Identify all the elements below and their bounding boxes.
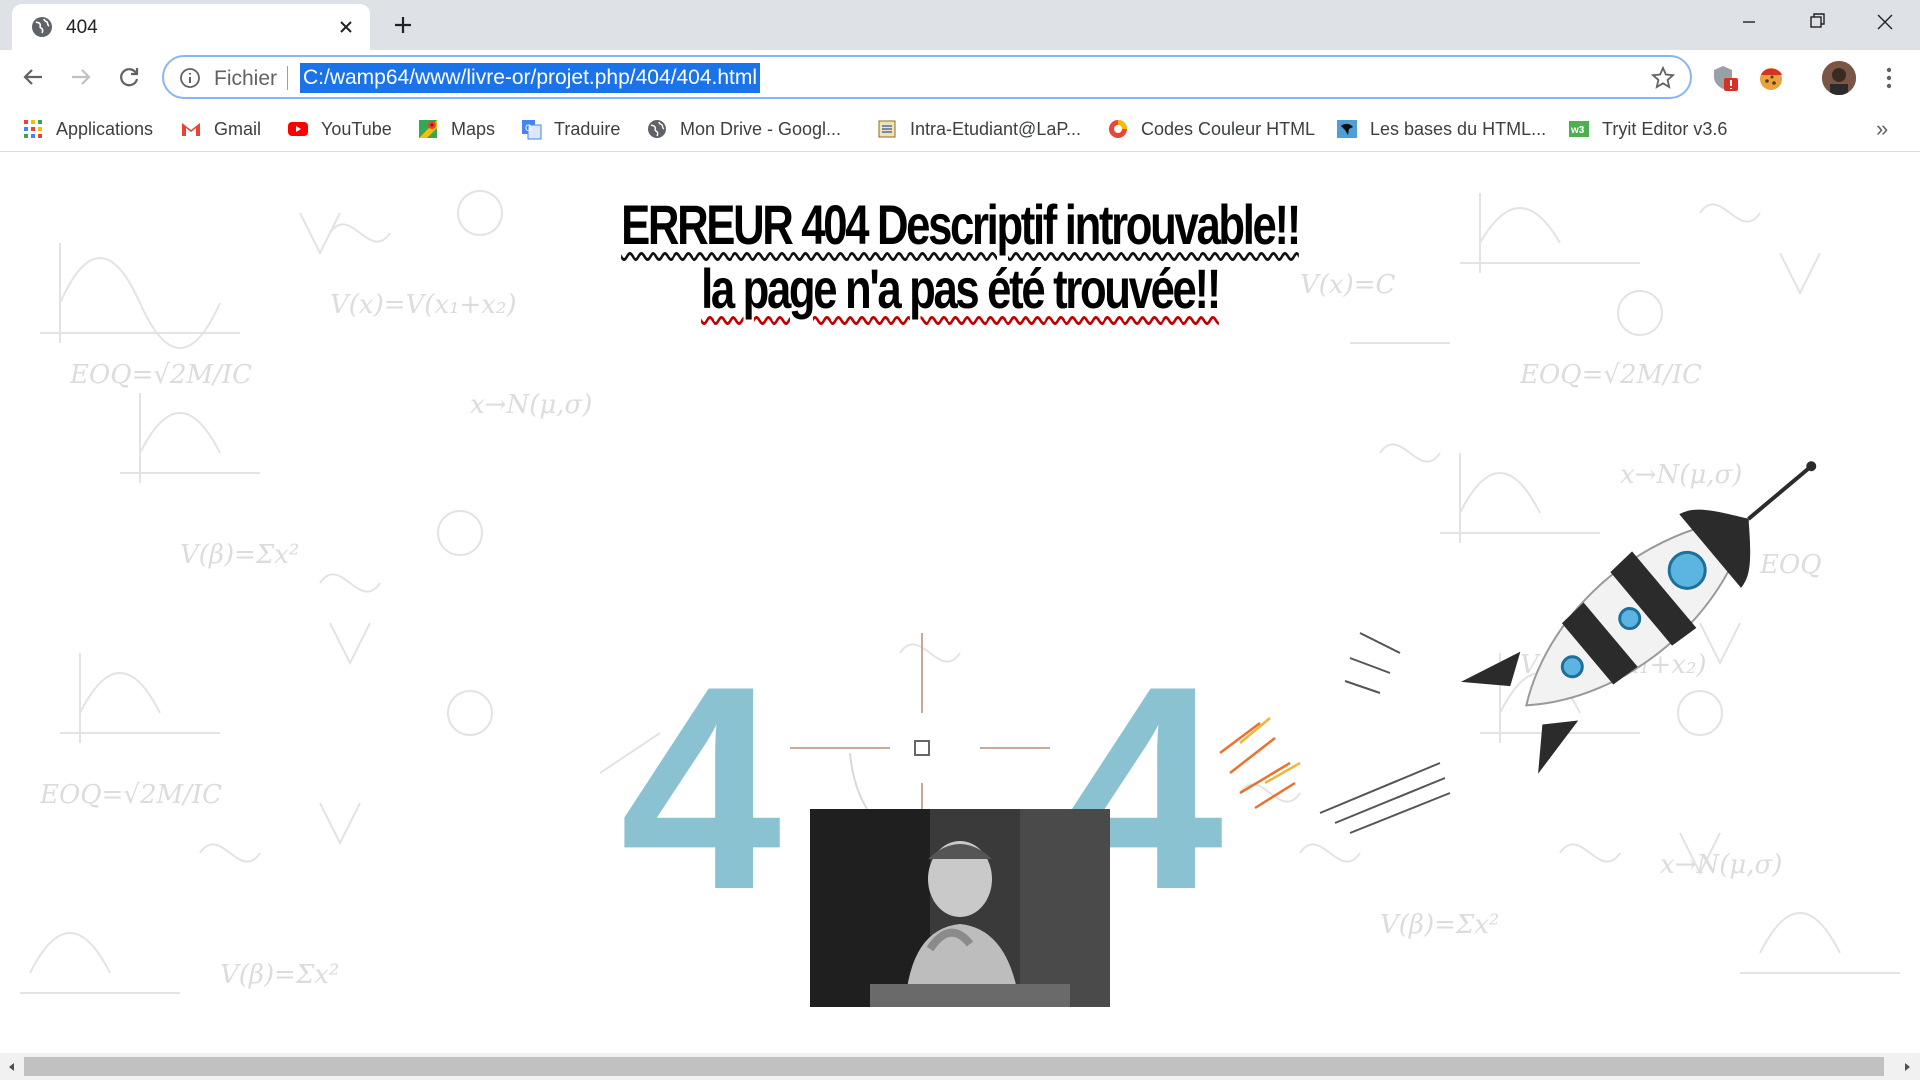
minimize-icon[interactable] bbox=[1716, 0, 1782, 44]
bookmark-traduire[interactable]: G Traduire bbox=[520, 114, 620, 144]
cookie-icon[interactable] bbox=[1756, 63, 1786, 93]
color-wheel-icon bbox=[1109, 120, 1127, 138]
headline-line-1: ERREUR 404 Descriptif introuvable!! bbox=[621, 193, 1301, 256]
svg-text:EOQ=√2M/IC: EOQ=√2M/IC bbox=[39, 780, 222, 810]
404-rocket-illustration: 4 4 bbox=[620, 461, 1817, 893]
avatar[interactable] bbox=[1822, 61, 1856, 95]
plus-icon[interactable] bbox=[388, 10, 418, 40]
child-thinking-image bbox=[810, 809, 1110, 1007]
exhaust-lines bbox=[1319, 632, 1451, 834]
bookmark-youtube[interactable]: YouTube bbox=[287, 114, 392, 144]
rocket-flame bbox=[1219, 717, 1301, 810]
url-text[interactable]: C:/wamp64/www/livre-or/projet.php/404/40… bbox=[300, 63, 761, 93]
apps-grid-icon bbox=[24, 120, 42, 138]
bookmarks-bar: Applications Gmail YouTube Maps G Tradui… bbox=[0, 106, 1920, 152]
svg-text:EOQ=√2M/IC: EOQ=√2M/IC bbox=[1519, 360, 1702, 390]
bookmark-label: Gmail bbox=[214, 118, 262, 139]
gmail-icon bbox=[182, 123, 200, 136]
arrow-right-icon[interactable] bbox=[66, 62, 96, 92]
page-content: EOQ=√2M/IC V(x)=V(x₁+x₂) V(β)=Σx² x→N(μ,… bbox=[0, 153, 1920, 1053]
horizontal-scrollbar[interactable] bbox=[0, 1053, 1920, 1080]
bookmark-bases-html[interactable]: Les bases du HTML... bbox=[1336, 114, 1546, 144]
scroll-right-icon[interactable] bbox=[1900, 1060, 1914, 1074]
headline-line-2: la page n'a pas été trouvée!! bbox=[701, 257, 1221, 320]
bookmark-intra-etudiant[interactable]: Intra-Etudiant@LaP... bbox=[876, 114, 1081, 144]
bookmark-gmail[interactable]: Gmail bbox=[180, 114, 261, 144]
tab-title: 404 bbox=[66, 17, 98, 38]
svg-text:V(β)=Σx²: V(β)=Σx² bbox=[1380, 910, 1499, 940]
bookmark-label: Mon Drive - Googl... bbox=[680, 118, 842, 139]
bookmark-applications[interactable]: Applications bbox=[22, 114, 153, 144]
profile-photo-icon bbox=[1822, 61, 1856, 95]
digit-4-left: 4 bbox=[620, 626, 783, 893]
bookmark-label: YouTube bbox=[321, 118, 392, 139]
arrow-left-icon[interactable] bbox=[18, 62, 48, 92]
w3-icon: w3 bbox=[1569, 121, 1589, 137]
bookmarks-overflow-button[interactable]: » bbox=[1876, 116, 1888, 142]
document-icon bbox=[878, 120, 896, 138]
window-close-icon[interactable] bbox=[1852, 0, 1918, 44]
maps-icon bbox=[419, 120, 437, 138]
bookmark-label: Traduire bbox=[554, 118, 621, 139]
bookmark-codes-couleur[interactable]: Codes Couleur HTML bbox=[1107, 114, 1315, 144]
address-bar[interactable]: Fichier C:/wamp64/www/livre-or/projet.ph… bbox=[162, 55, 1692, 99]
error-headline: ERREUR 404 Descriptif introuvable!! la p… bbox=[0, 193, 1920, 321]
bookmark-tryit-editor[interactable]: w3 Tryit Editor v3.6 bbox=[1568, 114, 1727, 144]
tab-strip: 404 bbox=[0, 0, 1920, 50]
bookmark-label: Les bases du HTML... bbox=[1370, 118, 1547, 139]
reload-icon[interactable] bbox=[114, 62, 144, 92]
bookmark-maps[interactable]: Maps bbox=[417, 114, 495, 144]
svg-text:V(β)=Σx²: V(β)=Σx² bbox=[180, 540, 299, 570]
globe-icon bbox=[32, 17, 52, 37]
svg-text:EOQ=√2M/IC: EOQ=√2M/IC bbox=[69, 360, 252, 390]
close-icon[interactable] bbox=[334, 15, 358, 39]
badge-icon bbox=[1337, 120, 1357, 138]
rocket bbox=[1460, 461, 1817, 774]
toolbar: Fichier C:/wamp64/www/livre-or/projet.ph… bbox=[0, 50, 1920, 106]
translate-icon: G bbox=[522, 120, 542, 140]
youtube-icon bbox=[288, 122, 308, 136]
star-icon[interactable] bbox=[1650, 65, 1676, 91]
scrollbar-thumb[interactable] bbox=[24, 1057, 1884, 1076]
scheme-label: Fichier bbox=[214, 67, 278, 90]
bookmark-label: Maps bbox=[451, 118, 496, 139]
more-vert-icon[interactable] bbox=[1874, 63, 1904, 93]
svg-text:x→N(μ,σ): x→N(μ,σ) bbox=[470, 390, 592, 420]
bookmark-label: Codes Couleur HTML bbox=[1141, 118, 1316, 139]
bookmark-label: Tryit Editor v3.6 bbox=[1602, 118, 1728, 139]
svg-text:G: G bbox=[525, 123, 532, 133]
restore-icon[interactable] bbox=[1784, 0, 1850, 44]
scroll-left-icon[interactable] bbox=[5, 1060, 19, 1074]
bookmark-label: Intra-Etudiant@LaP... bbox=[910, 118, 1082, 139]
info-icon[interactable] bbox=[178, 66, 202, 90]
sad-child-photo bbox=[810, 809, 1110, 1007]
svg-text:V(β)=Σx²: V(β)=Σx² bbox=[220, 960, 339, 990]
globe-icon bbox=[648, 120, 666, 138]
bookmark-mon-drive[interactable]: Mon Drive - Googl... bbox=[646, 114, 841, 144]
bookmark-label: Applications bbox=[56, 118, 154, 139]
svg-text:w3: w3 bbox=[1570, 125, 1585, 136]
omnibox-separator bbox=[287, 66, 288, 90]
active-tab[interactable]: 404 bbox=[12, 4, 370, 50]
shield-alert-icon[interactable] bbox=[1710, 63, 1740, 93]
